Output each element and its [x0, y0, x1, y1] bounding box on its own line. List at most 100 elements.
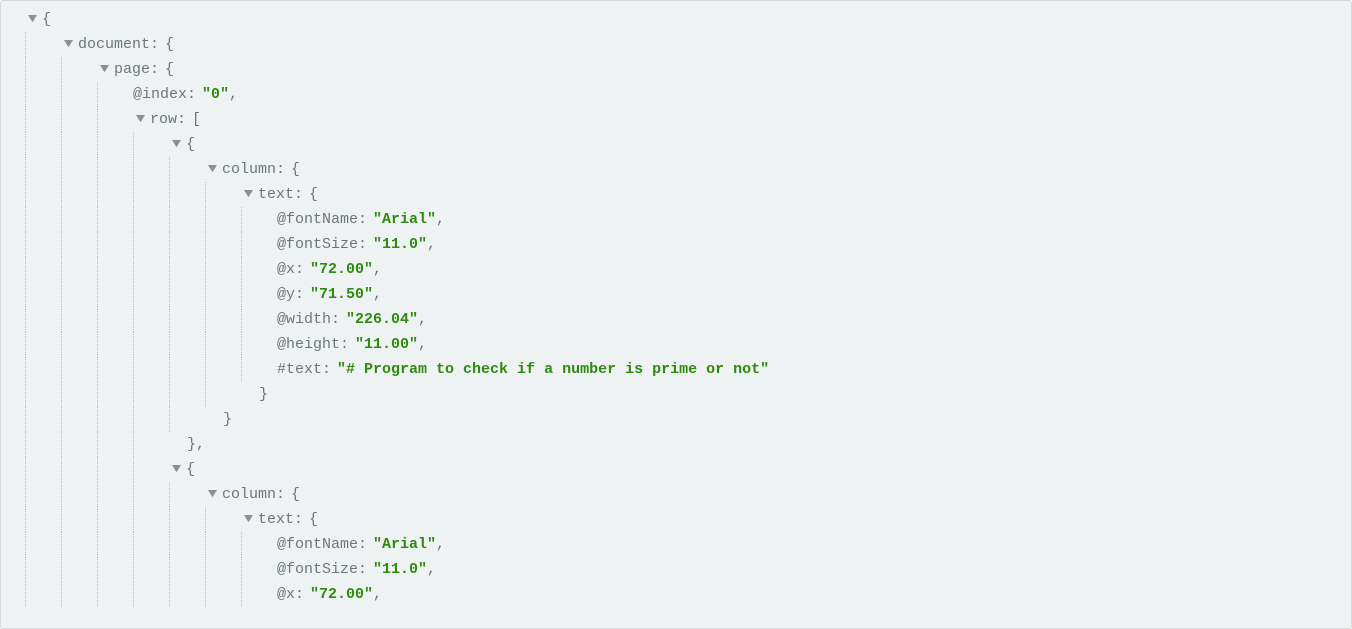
tree-content: { document: { page: { @index: "0",: [1, 1, 1351, 629]
colon: :: [295, 582, 304, 607]
chevron-down-icon[interactable]: [241, 513, 255, 527]
tree-row: @x: "72.00",: [7, 582, 1343, 607]
json-value: "0": [202, 82, 229, 107]
comma: ,: [436, 207, 445, 232]
colon: :: [294, 182, 303, 207]
tree-row: @fontSize: "11.0",: [7, 232, 1343, 257]
tree-row: document: {: [7, 32, 1343, 57]
json-value: "11.0": [373, 232, 427, 257]
colon: :: [358, 207, 367, 232]
tree-row: @fontSize: "11.0",: [7, 557, 1343, 582]
comma: ,: [418, 307, 427, 332]
json-tree-viewer[interactable]: { document: { page: { @index: "0",: [0, 0, 1352, 629]
json-key: @fontSize: [277, 557, 358, 582]
json-value: "Arial": [373, 532, 436, 557]
json-key: @height: [277, 332, 340, 357]
json-key: document: [78, 32, 150, 57]
tree-row: @y: "71.50",: [7, 282, 1343, 307]
json-value: "11.0": [373, 557, 427, 582]
tree-row: @fontName: "Arial",: [7, 207, 1343, 232]
json-key: column: [222, 157, 276, 182]
chevron-down-icon[interactable]: [241, 188, 255, 202]
tree-row: @index: "0",: [7, 82, 1343, 107]
json-key: @x: [277, 582, 295, 607]
comma: ,: [418, 332, 427, 357]
json-value: "71.50": [310, 282, 373, 307]
tree-row: row: [: [7, 107, 1343, 132]
colon: :: [150, 32, 159, 57]
brace-open: {: [186, 132, 195, 157]
colon: :: [187, 82, 196, 107]
colon: :: [294, 507, 303, 532]
brace-open: {: [291, 482, 300, 507]
comma: ,: [427, 557, 436, 582]
json-value: "72.00": [310, 582, 373, 607]
brace-open: {: [165, 57, 174, 82]
colon: :: [322, 357, 331, 382]
tree-row: },: [7, 432, 1343, 457]
json-key: @y: [277, 282, 295, 307]
json-key: text: [258, 507, 294, 532]
json-value: "Arial": [373, 207, 436, 232]
json-value: "226.04": [346, 307, 418, 332]
brace-close: }: [223, 407, 232, 432]
brace-close: },: [187, 432, 205, 457]
colon: :: [276, 157, 285, 182]
brace-open: {: [309, 507, 318, 532]
tree-row: }: [7, 407, 1343, 432]
colon: :: [295, 257, 304, 282]
json-key: #text: [277, 357, 322, 382]
json-value: "11.00": [355, 332, 418, 357]
json-key: @width: [277, 307, 331, 332]
chevron-down-icon[interactable]: [169, 138, 183, 152]
colon: :: [295, 282, 304, 307]
tree-row: {: [7, 457, 1343, 482]
json-key: @fontSize: [277, 232, 358, 257]
chevron-down-icon[interactable]: [133, 113, 147, 127]
json-key: column: [222, 482, 276, 507]
tree-row: @width: "226.04",: [7, 307, 1343, 332]
json-key: page: [114, 57, 150, 82]
comma: ,: [229, 82, 238, 107]
brace-open: {: [165, 32, 174, 57]
comma: ,: [373, 582, 382, 607]
colon: :: [358, 532, 367, 557]
json-key: text: [258, 182, 294, 207]
tree-row: {: [7, 132, 1343, 157]
colon: :: [340, 332, 349, 357]
json-key: @x: [277, 257, 295, 282]
comma: ,: [427, 232, 436, 257]
tree-row: @x: "72.00",: [7, 257, 1343, 282]
overflow-filler: [7, 607, 1343, 629]
chevron-down-icon[interactable]: [169, 463, 183, 477]
chevron-down-icon[interactable]: [205, 163, 219, 177]
colon: :: [276, 482, 285, 507]
tree-row: #text: "# Program to check if a number i…: [7, 357, 1343, 382]
colon: :: [358, 232, 367, 257]
tree-row: text: {: [7, 182, 1343, 207]
comma: ,: [436, 532, 445, 557]
colon: :: [177, 107, 186, 132]
brace-open: {: [309, 182, 318, 207]
chevron-down-icon[interactable]: [97, 63, 111, 77]
tree-row: }: [7, 382, 1343, 407]
json-key: @fontName: [277, 207, 358, 232]
brace-open: {: [186, 457, 195, 482]
comma: ,: [373, 257, 382, 282]
colon: :: [150, 57, 159, 82]
json-value: "72.00": [310, 257, 373, 282]
tree-row: column: {: [7, 157, 1343, 182]
colon: :: [331, 307, 340, 332]
tree-row: column: {: [7, 482, 1343, 507]
chevron-down-icon[interactable]: [25, 13, 39, 27]
json-key: @fontName: [277, 532, 358, 557]
tree-row: @height: "11.00",: [7, 332, 1343, 357]
tree-row: @fontName: "Arial",: [7, 532, 1343, 557]
json-key: @index: [133, 82, 187, 107]
brace-open: {: [291, 157, 300, 182]
chevron-down-icon[interactable]: [205, 488, 219, 502]
brace-close: }: [259, 382, 268, 407]
chevron-down-icon[interactable]: [61, 38, 75, 52]
json-value: "# Program to check if a number is prime…: [337, 357, 769, 382]
bracket-open: [: [192, 107, 201, 132]
